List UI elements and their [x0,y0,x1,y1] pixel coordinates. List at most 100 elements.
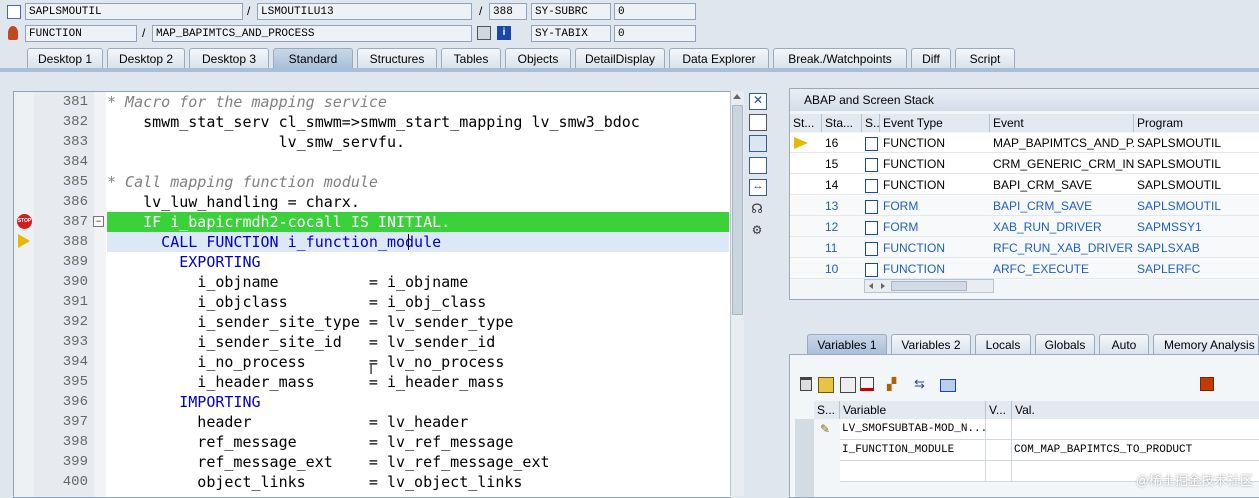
settings-tool-icon[interactable]: ⚙ [749,223,765,238]
stack-level-cell[interactable]: 10 [822,259,862,279]
stack-level-cell[interactable]: 15 [822,154,862,174]
stack-source-cell[interactable] [862,175,880,195]
stack-status-cell[interactable] [790,133,822,153]
scroll-thumb[interactable] [732,105,743,315]
code-line[interactable]: 383 lv_smw_servfu. [14,132,731,152]
code-line[interactable]: 391 i_objclass = i_obj_class [14,292,731,312]
stack-program-cell[interactable]: SAPMSSY1 [1134,217,1259,237]
tab-data-explorer[interactable]: Data Explorer [669,48,769,68]
variable-value-cell[interactable] [1012,419,1259,440]
stack-source-cell[interactable] [862,217,880,237]
tab-script[interactable]: Script [955,48,1015,68]
code-text[interactable]: header = lv_header [107,412,468,432]
stack-status-cell[interactable] [790,154,822,174]
code-line[interactable]: 399 ref_message_ext = lv_ref_message_ext [14,452,731,472]
tab-desktop-2[interactable]: Desktop 2 [107,48,185,68]
scroll-up-arrow-icon[interactable] [733,94,741,99]
stack-event-cell[interactable]: CRM_GENERIC_CRM_IN [990,154,1134,174]
stack-source-cell[interactable] [862,259,880,279]
sysfield-value-2[interactable]: 0 [614,25,696,42]
stack-type-cell[interactable]: FUNCTION [880,154,990,174]
stack-source-cell[interactable] [862,238,880,258]
code-line[interactable]: 382 smwm_stat_serv cl_smwm=>smwm_start_m… [14,112,731,132]
stack-status-cell[interactable] [790,217,822,237]
source-code-icon[interactable] [865,242,878,256]
stack-col-header[interactable]: St... [790,114,822,132]
tab-locals[interactable]: Locals [975,334,1031,354]
source-code-icon[interactable] [865,221,878,235]
stack-level-cell[interactable]: 12 [822,217,862,237]
code-text[interactable]: EXPORTING [107,252,260,272]
code-line[interactable]: 397 header = lv_header [14,412,731,432]
stack-type-cell[interactable]: FUNCTION [880,259,990,279]
stack-event-cell[interactable]: BAPI_CRM_SAVE [990,175,1134,195]
var-col-header[interactable]: Val. [1012,401,1259,419]
maximize-icon[interactable] [749,157,767,174]
code-text[interactable]: * Call mapping function module [107,172,378,192]
code-line[interactable]: 390 i_objname = i_objname [14,272,731,292]
variable-status-cell[interactable] [986,440,1012,461]
stack-level-cell[interactable]: 13 [822,196,862,216]
code-line[interactable]: 386 lv_luw_handling = charx. [14,192,731,212]
delete-icon[interactable] [800,377,812,391]
new-tool-icon[interactable] [749,114,767,131]
line-number-field[interactable]: 388 [489,3,527,20]
source-code-icon[interactable] [865,263,878,277]
stack-col-header[interactable]: Event Type [880,114,990,132]
stack-type-cell[interactable]: FORM [880,217,990,237]
sysfield-name-2[interactable]: SY-TABIX [531,25,611,42]
tab-diff[interactable]: Diff [911,48,951,68]
code-line[interactable]: 385 * Call mapping function module [14,172,731,192]
stack-col-header[interactable]: Event [990,114,1134,132]
var-col-header[interactable]: V... [986,401,1012,419]
stack-status-cell[interactable] [790,238,822,258]
stack-event-cell[interactable]: XAB_RUN_DRIVER [990,217,1134,237]
include-field[interactable]: LSMOUTILU13 [257,3,472,20]
variable-status-cell[interactable] [986,461,1012,482]
stack-type-cell[interactable]: FUNCTION [880,175,990,195]
scroll-thumb[interactable] [891,281,967,291]
variable-value-cell[interactable]: COM_MAP_BAPIMTCS_TO_PRODUCT [1012,440,1259,461]
stack-status-cell[interactable] [790,259,822,279]
code-text[interactable]: i_objclass = i_obj_class [107,292,486,312]
scroll-right-arrow-icon[interactable] [881,283,885,289]
stack-event-cell[interactable]: BAPI_CRM_SAVE [990,196,1134,216]
code-text[interactable]: smwm_stat_serv cl_smwm=>smwm_start_mappi… [107,112,640,132]
event-type-field[interactable]: FUNCTION [25,25,137,42]
stack-col-header[interactable]: Sta... [822,114,862,132]
code-text[interactable]: i_header_mass = i_header_mass [107,372,504,392]
stack-event-cell[interactable]: MAP_BAPIMTCS_AND_P... [990,133,1134,153]
append-row-icon[interactable] [840,377,856,393]
editor-vertical-scrollbar[interactable] [730,91,744,496]
stack-col-header[interactable]: Program [1134,114,1259,132]
code-line[interactable]: 393 i_sender_site_id = lv_sender_id [14,332,731,352]
source-code-icon[interactable] [865,137,878,151]
stack-program-cell[interactable]: SAPLSMOUTIL [1134,175,1259,195]
stack-level-cell[interactable]: 11 [822,238,862,258]
stack-program-cell[interactable]: SAPLERFC [1134,259,1259,279]
code-text[interactable]: lv_smw_servfu. [107,132,405,152]
stack-source-cell[interactable] [862,133,880,153]
swap-tool-icon[interactable] [749,135,767,152]
code-text[interactable]: i_sender_site_type = lv_sender_type [107,312,513,332]
code-text[interactable]: i_no_process = lv_no_process [107,352,504,372]
code-text[interactable]: IMPORTING [107,392,260,412]
tab-tables[interactable]: Tables [441,48,501,68]
transfer-icon[interactable]: ⇆ [914,377,930,391]
stack-level-cell[interactable]: 16 [822,133,862,153]
code-line[interactable]: 388 CALL FUNCTION i_function_module [14,232,731,252]
source-code-icon[interactable] [865,158,878,172]
tab-memory-analysis[interactable]: Memory Analysis [1153,334,1259,354]
variable-status-cell[interactable] [986,419,1012,440]
code-line[interactable]: 381 * Macro for the mapping service [14,92,731,112]
tab-globals[interactable]: Globals [1035,334,1095,354]
event-name-field[interactable]: MAP_BAPIMTCS_AND_PROCESS [152,25,472,42]
code-text[interactable]: i_objname = i_objname [107,272,468,292]
tab-desktop-1[interactable]: Desktop 1 [27,48,103,68]
change-value-icon[interactable]: ✎ [820,423,832,435]
code-text[interactable]: * Macro for the mapping service [107,92,387,112]
stack-program-cell[interactable]: SAPLSXAB [1134,238,1259,258]
stack-source-cell[interactable] [862,196,880,216]
stack-source-cell[interactable] [862,154,880,174]
tab-break-watchpoints[interactable]: Break./Watchpoints [773,48,907,68]
